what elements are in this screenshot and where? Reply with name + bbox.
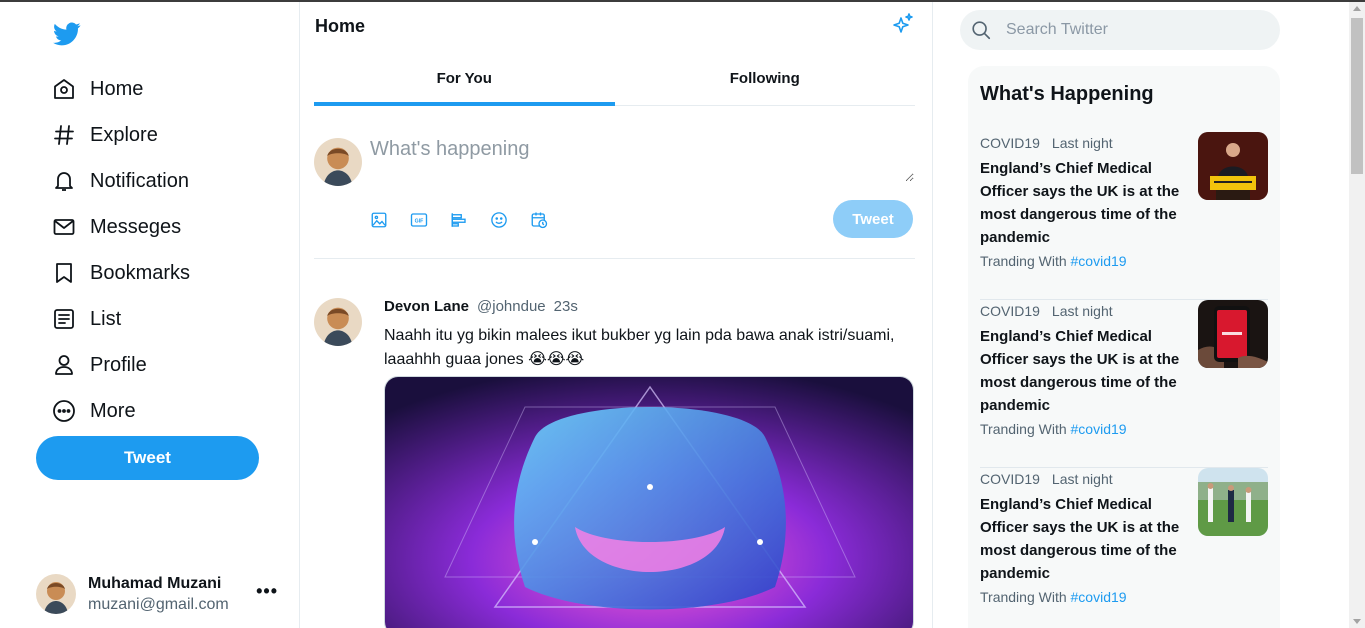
avatar — [36, 574, 76, 614]
nav-list[interactable]: List — [52, 296, 190, 342]
trend-time: Last night — [1051, 471, 1113, 487]
nav-home[interactable]: Home — [52, 66, 190, 112]
search-icon — [972, 21, 991, 40]
trend-thumbnail — [1198, 300, 1268, 368]
post-author-name[interactable]: Devon Lane — [384, 298, 469, 315]
nav-list-label: List — [90, 307, 122, 330]
astronaut-artwork-image — [385, 377, 913, 628]
composer-toolbar: GIF — [370, 208, 570, 232]
nav-home-label: Home — [90, 77, 144, 100]
post-author-handle[interactable]: @johndue — [477, 298, 546, 315]
trend-prefix: Tranding With — [980, 253, 1067, 269]
trends-title: What's Happening — [980, 83, 1154, 105]
tab-following[interactable]: Following — [615, 60, 916, 105]
search-input[interactable] — [1006, 21, 1266, 39]
trend-headline: England’s Chief Medical Officer says the… — [980, 328, 1180, 414]
post-timestamp[interactable]: 23s — [554, 298, 578, 315]
tweet-composer: GIF Tweet — [314, 106, 915, 259]
nav-explore[interactable]: Explore — [52, 112, 190, 158]
image-icon — [371, 212, 387, 228]
nav-notification[interactable]: Notification — [52, 158, 190, 204]
account-info: Muhamad Muzani muzani@gmail.com — [88, 575, 229, 614]
trend-thumbnail — [1198, 468, 1268, 536]
trend-topic: COVID19 — [980, 471, 1040, 487]
nav-profile-label: Profile — [90, 353, 147, 376]
nav-messages[interactable]: Messeges — [52, 204, 190, 250]
account-more-icon[interactable]: ••• — [256, 581, 278, 602]
nav-messages-label: Messeges — [90, 215, 182, 238]
trend-footer: Tranding With #covid19 — [980, 589, 1268, 605]
trend-hashtag[interactable]: #covid19 — [1071, 589, 1127, 605]
trend-time: Last night — [1051, 135, 1113, 151]
trend-footer: Tranding With #covid19 — [980, 253, 1268, 269]
bell-icon — [55, 172, 73, 191]
emoji-icon — [491, 212, 507, 228]
trend-prefix: Tranding With — [980, 589, 1067, 605]
account-name: Muhamad Muzani — [88, 574, 222, 592]
add-image-button[interactable] — [370, 208, 410, 232]
schedule-icon — [531, 212, 548, 229]
scroll-down-arrow-icon[interactable] — [1353, 619, 1361, 624]
sparkle-icon[interactable] — [891, 12, 915, 36]
schedule-button[interactable] — [530, 208, 570, 232]
nav-bookmarks[interactable]: Bookmarks — [52, 250, 190, 296]
sidebar-tweet-button[interactable]: Tweet — [36, 436, 259, 480]
post-media[interactable] — [384, 376, 914, 628]
compose-tweet-button[interactable]: Tweet — [833, 200, 913, 238]
post-avatar[interactable] — [314, 298, 362, 346]
nav-more[interactable]: More — [52, 388, 190, 434]
nav-more-label: More — [90, 399, 136, 422]
scroll-up-arrow-icon[interactable] — [1353, 6, 1361, 11]
trend-topic: COVID19 — [980, 303, 1040, 319]
trend-item[interactable]: COVID19 Last night England’s Chief Medica… — [980, 300, 1268, 468]
add-gif-button[interactable]: GIF — [410, 208, 450, 232]
trend-headline: England’s Chief Medical Officer says the… — [980, 496, 1180, 582]
timeline: Home For You Following GIF — [301, 2, 933, 628]
trend-hashtag[interactable]: #covid19 — [1071, 421, 1127, 437]
nav-notification-label: Notification — [90, 169, 189, 192]
whats-happening-panel: What's Happening COVID19 Last night Engla… — [968, 66, 1280, 628]
post-header: Devon Lane @johndue 23s — [384, 298, 914, 318]
nav-profile[interactable]: Profile — [52, 342, 190, 388]
scrollbar-thumb[interactable] — [1351, 18, 1363, 174]
trend-item[interactable]: COVID19 Last night England’s Chief Medica… — [980, 468, 1268, 628]
more-circle-icon — [53, 400, 75, 422]
compose-input[interactable] — [370, 138, 914, 182]
post-body: Devon Lane @johndue 23s Naahh itu yg bik… — [384, 298, 914, 628]
trend-hashtag[interactable]: #covid19 — [1071, 253, 1127, 269]
gif-icon: GIF — [410, 213, 428, 227]
page-scrollbar[interactable] — [1349, 2, 1365, 628]
trend-topic: COVID19 — [980, 135, 1040, 151]
post-text: Naahh itu yg bikin malees ikut bukber yg… — [384, 327, 895, 368]
trend-prefix: Tranding With — [980, 421, 1067, 437]
hashtag-icon — [54, 125, 74, 145]
trend-thumbnail — [1198, 132, 1268, 200]
composer-avatar — [314, 138, 362, 186]
svg-text:GIF: GIF — [415, 218, 425, 224]
left-sidebar: Home Explore Notification Messeges Bookm… — [0, 2, 300, 628]
envelope-icon — [53, 219, 75, 235]
trend-footer: Tranding With #covid19 — [980, 421, 1268, 437]
timeline-tabs: For You Following — [314, 60, 915, 106]
trend-headline: England’s Chief Medical Officer says the… — [980, 160, 1180, 246]
list-icon — [54, 309, 74, 329]
trend-time: Last night — [1051, 303, 1113, 319]
page-title: Home — [315, 16, 366, 36]
user-icon — [55, 355, 73, 375]
add-poll-button[interactable] — [450, 208, 490, 232]
nav-explore-label: Explore — [90, 123, 158, 146]
account-switcher[interactable]: Muhamad Muzani muzani@gmail.com ••• — [36, 569, 280, 619]
poll-icon — [451, 213, 466, 227]
search-box[interactable] — [960, 10, 1280, 50]
account-email: muzani@gmail.com — [88, 595, 229, 613]
main-nav: Home Explore Notification Messeges Bookm… — [52, 66, 190, 434]
bookmark-icon — [56, 263, 72, 283]
tab-for-you[interactable]: For You — [314, 60, 615, 106]
twitter-bird-icon[interactable] — [52, 20, 82, 48]
nav-bookmarks-label: Bookmarks — [90, 261, 191, 284]
add-emoji-button[interactable] — [490, 208, 530, 232]
trend-item[interactable]: COVID19 Last night England’s Chief Medica… — [980, 132, 1268, 300]
home-icon — [54, 79, 74, 99]
